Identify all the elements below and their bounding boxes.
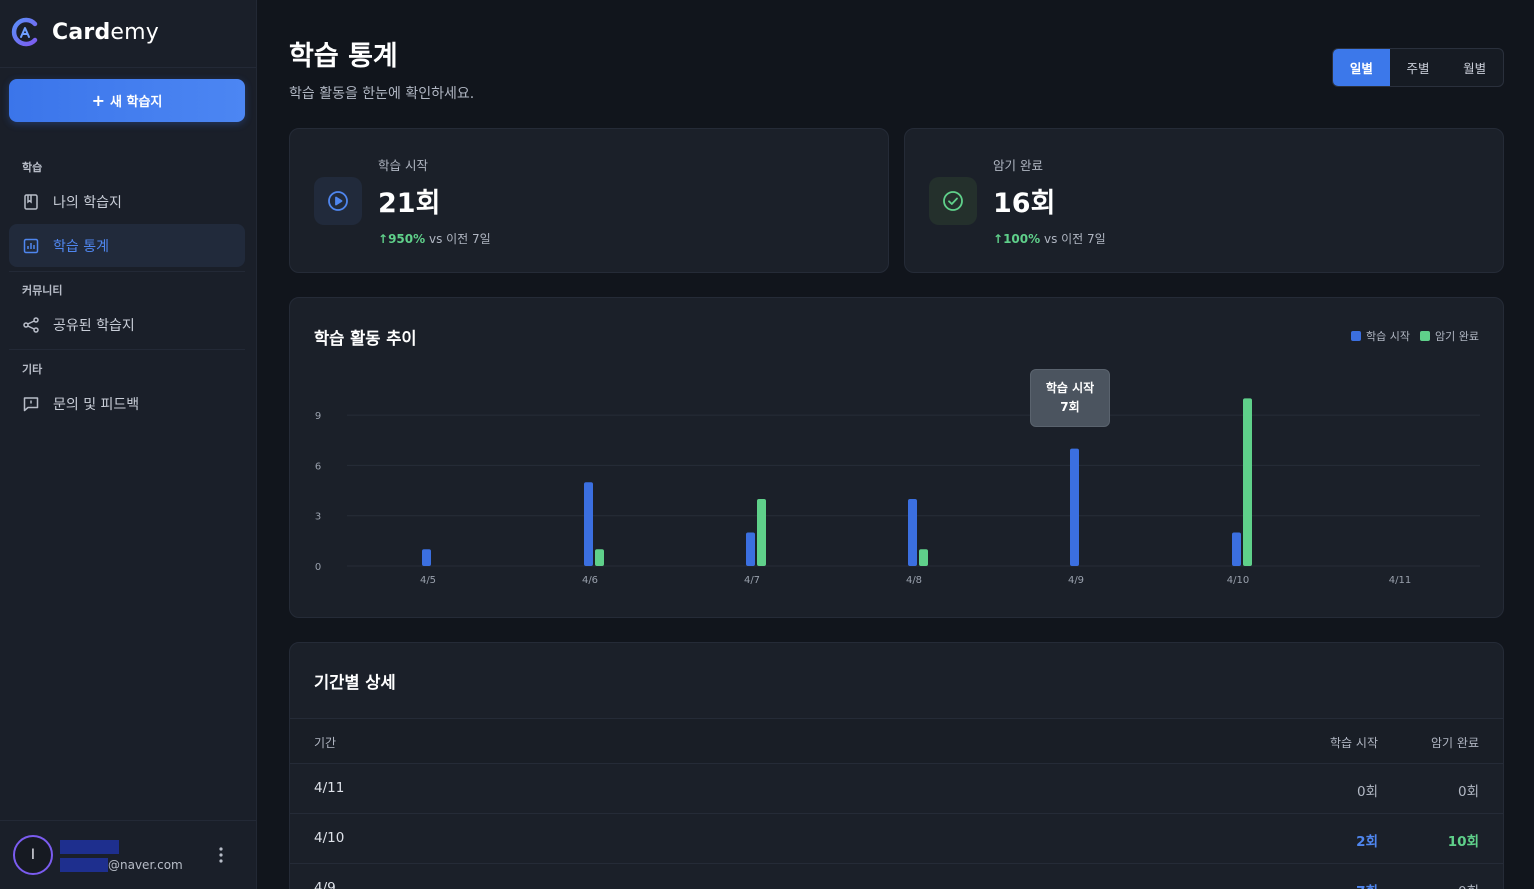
logo-icon [11, 17, 38, 47]
bar-start [1070, 448, 1079, 566]
activity-chart-card: 학습 활동 추이 학습 시작 암기 완료 0 3 6 9 4/5 4/6 4/7 4/8 4/9… [289, 297, 1504, 618]
sidebar-item-study-stats[interactable]: 학습 통계 [9, 224, 245, 267]
bar-start [1232, 532, 1241, 566]
period-detail-card: 기간별 상세 기간 학습 시작 암기 완료 4/11 0회 0회 4/10 2회… [289, 642, 1504, 889]
sidebar-item-label: 문의 및 피드백 [53, 396, 140, 413]
stat-compare: vs 이전 7일 [428, 232, 491, 246]
stat-card-memorized: 암기 완료 16회 ↑100% vs 이전 7일 [904, 128, 1504, 273]
stat-change: ↑950% vs 이전 7일 [378, 230, 491, 247]
bar-done [595, 549, 604, 566]
stat-value: 21회 [378, 188, 441, 219]
cell-start: 0회 [1356, 784, 1378, 800]
divider [0, 820, 256, 821]
stat-change-percent: 950% [388, 232, 426, 246]
x-tick-label: 4/11 [1389, 575, 1411, 586]
plus-icon: + [91, 91, 106, 110]
user-email-suffix: @naver.com [108, 858, 183, 872]
book-icon [24, 193, 38, 210]
tooltip-title: 학습 시작 [1045, 381, 1095, 395]
cell-start: 2회 [1356, 834, 1378, 850]
stat-change-percent: 100% [1003, 232, 1041, 246]
sidebar-item-shared-worksheets[interactable]: 공유된 학습지 [9, 303, 245, 346]
new-worksheet-label: 새 학습지 [110, 95, 163, 110]
bar-start [422, 549, 431, 566]
divider [0, 67, 256, 68]
stat-compare: vs 이전 7일 [1043, 232, 1106, 246]
page-subtitle: 학습 활동을 한눈에 확인하세요. [289, 86, 475, 102]
y-tick-label: 3 [315, 512, 321, 523]
period-monthly-button[interactable]: 월별 [1446, 49, 1503, 86]
bar-done [757, 498, 766, 566]
cell-period: 4/11 [314, 780, 345, 796]
sidebar-item-label: 공유된 학습지 [53, 317, 135, 334]
cell-done: 10회 [1447, 834, 1479, 850]
avatar[interactable]: I [13, 835, 53, 875]
y-tick-label: 9 [315, 411, 321, 422]
cell-start: 7회 [1356, 880, 1378, 889]
column-header-start: 학습 시작 [1330, 736, 1378, 750]
x-tick-label: 4/9 [1068, 575, 1084, 586]
stat-change: ↑100% vs 이전 7일 [993, 230, 1106, 247]
email-redacted [60, 858, 108, 872]
arrow-up-icon: ↑ [993, 232, 1004, 246]
sidebar-item-my-worksheets[interactable]: 나의 학습지 [9, 180, 245, 223]
tooltip-value: 7회 [1060, 400, 1080, 414]
brand-suffix: emy [110, 19, 159, 45]
stat-label: 암기 완료 [993, 158, 1043, 173]
feedback-icon [23, 396, 39, 411]
stat-value: 16회 [993, 188, 1056, 219]
cell-done: 0회 [1457, 784, 1479, 800]
bar-start [746, 532, 755, 566]
period-toggle: 일별 주별 월별 [1332, 48, 1504, 87]
y-tick-label: 0 [315, 562, 321, 573]
arrow-up-icon: ↑ [378, 232, 389, 246]
more-options-icon[interactable] [215, 845, 227, 865]
bar-done [1243, 398, 1252, 566]
sidebar-item-label: 나의 학습지 [53, 194, 122, 211]
section-label-study: 학습 [22, 161, 43, 174]
table-title: 기간별 상세 [314, 673, 396, 692]
column-header-done: 암기 완료 [1431, 736, 1479, 750]
user-email: @naver.com [60, 858, 183, 872]
stat-card-study-start: 학습 시작 21회 ↑950% vs 이전 7일 [289, 128, 889, 273]
bar-start [908, 498, 917, 566]
table-row[interactable]: 4/10 2회 10회 [290, 814, 1503, 864]
user-name-redacted [60, 840, 119, 854]
page-title: 학습 통계 [289, 41, 398, 72]
stat-label: 학습 시작 [378, 158, 428, 173]
brand-prefix: Card [52, 19, 111, 45]
x-tick-label: 4/6 [582, 575, 598, 586]
x-tick-label: 4/5 [420, 575, 436, 586]
section-label-community: 커뮤니티 [22, 284, 63, 297]
sidebar-item-feedback[interactable]: 문의 및 피드백 [9, 382, 245, 425]
period-daily-button[interactable]: 일별 [1333, 49, 1390, 86]
bar-done [919, 549, 928, 566]
sidebar: Cardemy + 새 학습지 학습 나의 학습지 학습 통계 커뮤니티 공유된… [0, 0, 257, 889]
bar-start [584, 482, 593, 566]
activity-chart: 0 3 6 9 4/5 4/6 4/7 4/8 4/9 4/10 4/11 [315, 398, 1480, 586]
x-tick-label: 4/7 [744, 575, 760, 586]
table-row[interactable]: 4/11 0회 0회 [290, 764, 1503, 814]
table-row[interactable]: 4/9 7회 0회 [290, 864, 1503, 889]
x-tick-label: 4/10 [1227, 575, 1249, 586]
check-circle-icon [943, 191, 963, 211]
x-tick-label: 4/8 [906, 575, 922, 586]
cell-done: 0회 [1458, 880, 1479, 889]
column-header-period: 기간 [314, 736, 337, 750]
divider [9, 349, 245, 350]
chart-tooltip: 학습 시작 7회 [1030, 369, 1110, 427]
sidebar-item-label: 학습 통계 [53, 238, 109, 255]
divider [9, 271, 245, 272]
chart-icon [23, 238, 39, 253]
logo[interactable]: Cardemy [9, 16, 159, 48]
cell-period: 4/10 [314, 830, 345, 846]
section-label-etc: 기타 [22, 363, 43, 376]
share-icon [23, 316, 39, 333]
table-header: 기간 학습 시작 암기 완료 [290, 718, 1503, 764]
new-worksheet-button[interactable]: + 새 학습지 [9, 79, 245, 122]
play-circle-icon [328, 191, 348, 211]
cell-period: 4/9 [314, 880, 336, 889]
y-tick-label: 6 [315, 461, 321, 472]
period-weekly-button[interactable]: 주별 [1390, 49, 1447, 86]
